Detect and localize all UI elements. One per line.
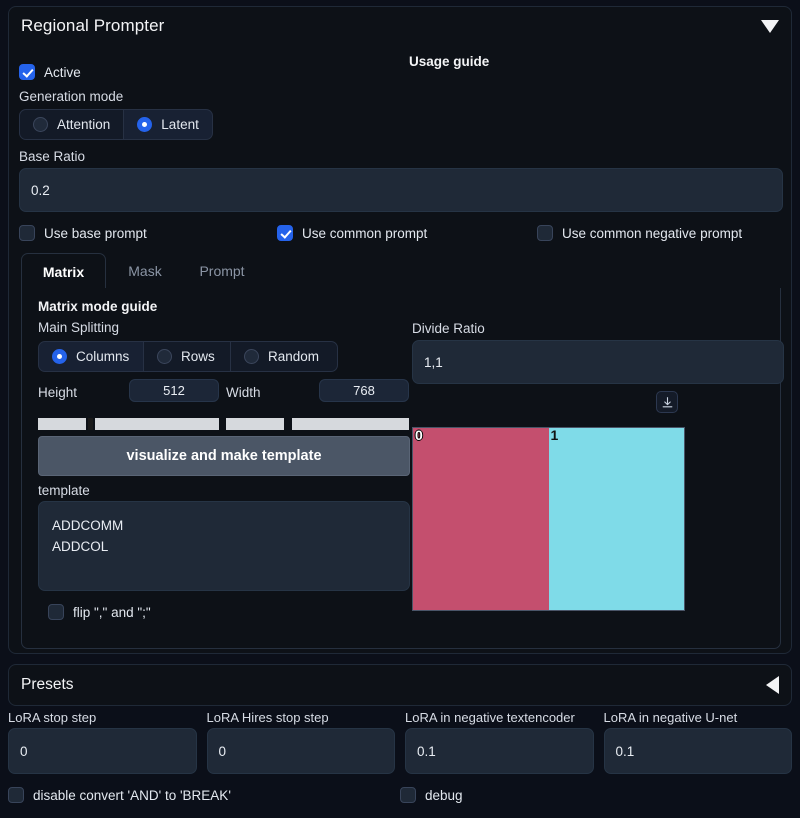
bottom-checkbox-row: disable convert 'AND' to 'BREAK' debug [8, 787, 792, 803]
checkbox-box[interactable] [48, 604, 64, 620]
tab-bar[interactable]: Matrix Mask Prompt [21, 253, 781, 289]
checkbox-box[interactable] [537, 225, 553, 241]
radio-random-label: Random [268, 349, 320, 364]
radio-dot[interactable] [52, 349, 67, 364]
region-visualization[interactable]: 0 1 [412, 427, 685, 611]
lora-stop-step-label: LoRA stop step [8, 710, 97, 725]
active-checkbox[interactable]: Active [19, 64, 81, 80]
use-base-prompt-label: Use base prompt [44, 225, 147, 241]
radio-dot[interactable] [157, 349, 172, 364]
divide-ratio-label: Divide Ratio [412, 321, 485, 336]
lora-negative-unet-label: LoRA in negative U-net [603, 710, 738, 725]
use-base-prompt-checkbox[interactable]: Use base prompt [19, 225, 147, 241]
radio-rows-label: Rows [181, 349, 215, 364]
usage-guide-label: Usage guide [409, 54, 490, 69]
lora-stop-step-field: LoRA stop step 0 [8, 710, 197, 774]
divide-ratio-input[interactable]: 1,1 [412, 340, 784, 384]
checkbox-box[interactable] [277, 225, 293, 241]
radio-dot[interactable] [33, 117, 48, 132]
use-common-negative-prompt-label: Use common negative prompt [562, 225, 743, 241]
checkbox-box[interactable] [8, 787, 24, 803]
disable-convert-checkbox[interactable]: disable convert 'AND' to 'BREAK' [8, 787, 400, 803]
template-textarea[interactable]: ADDCOMM ADDCOL [38, 501, 410, 591]
generation-mode-radio-group[interactable]: Attention Latent [19, 109, 213, 140]
viz-region-1: 1 [548, 427, 684, 610]
height-input[interactable]: 512 [129, 379, 219, 402]
viz-region-1-label: 1 [550, 427, 559, 443]
lora-settings: LoRA stop step 0 LoRA Hires stop step 0 … [8, 710, 792, 803]
radio-random[interactable]: Random [231, 341, 338, 372]
tab-mask[interactable]: Mask [114, 253, 176, 289]
lora-field-row: LoRA stop step 0 LoRA Hires stop step 0 … [8, 710, 792, 774]
base-ratio-label: Base Ratio [19, 149, 86, 164]
base-ratio-input[interactable]: 0.2 [19, 168, 783, 212]
triangle-left-icon[interactable] [766, 676, 779, 694]
main-splitting-label: Main Splitting [38, 320, 120, 335]
height-slider-right[interactable] [95, 418, 219, 430]
lora-hires-stop-step-input[interactable]: 0 [206, 728, 395, 774]
lora-stop-step-input[interactable]: 0 [8, 728, 197, 774]
radio-latent-label: Latent [161, 117, 199, 132]
presets-title: Presets [21, 676, 74, 693]
width-input[interactable]: 768 [319, 379, 409, 402]
height-label: Height [38, 385, 78, 400]
lora-hires-stop-step-field: LoRA Hires stop step 0 [206, 710, 395, 774]
use-common-prompt-label: Use common prompt [302, 225, 428, 241]
lora-negative-unet-field: LoRA in negative U-net 0.1 [603, 710, 792, 774]
radio-dot[interactable] [244, 349, 259, 364]
matrix-tab-panel: Matrix mode guide Main Splitting Columns… [21, 288, 784, 649]
triangle-down-icon[interactable] [761, 19, 779, 33]
lora-hires-stop-step-label: LoRA Hires stop step [206, 710, 329, 725]
lora-negative-textencoder-field: LoRA in negative textencoder 0.1 [405, 710, 594, 774]
debug-label: debug [425, 787, 463, 803]
viz-region-0: 0 [413, 428, 549, 610]
width-label: Width [226, 385, 261, 400]
height-slider-left[interactable] [38, 418, 86, 430]
download-button[interactable] [656, 391, 678, 413]
checkbox-box[interactable] [400, 787, 416, 803]
panel-header[interactable]: Regional Prompter [9, 7, 791, 45]
active-checkbox-label: Active [44, 64, 81, 80]
page-title: Regional Prompter [21, 16, 165, 35]
radio-rows[interactable]: Rows [144, 341, 231, 372]
main-splitting-radio-group[interactable]: Columns Rows Random [38, 341, 338, 372]
radio-attention-label: Attention [57, 117, 111, 132]
template-label: template [38, 483, 90, 498]
checkbox-box[interactable] [19, 225, 35, 241]
generation-mode-label: Generation mode [19, 89, 124, 104]
tab-matrix[interactable]: Matrix [21, 253, 106, 289]
radio-columns[interactable]: Columns [38, 341, 144, 372]
flip-checkbox-label: flip "," and ";" [73, 604, 151, 620]
radio-dot[interactable] [137, 117, 153, 132]
lora-negative-textencoder-input[interactable]: 0.1 [405, 728, 594, 774]
tab-prompt[interactable]: Prompt [184, 253, 260, 289]
use-common-prompt-checkbox[interactable]: Use common prompt [277, 225, 427, 241]
use-common-negative-prompt-checkbox[interactable]: Use common negative prompt [537, 225, 742, 241]
height-slider-handle[interactable] [88, 418, 93, 430]
download-icon [662, 396, 672, 407]
viz-region-0-label: 0 [415, 427, 423, 443]
disable-convert-label: disable convert 'AND' to 'BREAK' [33, 787, 231, 803]
debug-checkbox[interactable]: debug [400, 787, 463, 803]
visualize-and-make-template-button[interactable]: visualize and make template [38, 436, 410, 476]
lora-negative-textencoder-label: LoRA in negative textencoder [405, 710, 575, 725]
regional-prompter-panel: Regional Prompter Usage guide Active Gen… [8, 6, 792, 654]
width-slider-left[interactable] [226, 418, 284, 430]
flip-checkbox[interactable]: flip "," and ";" [48, 604, 151, 620]
radio-latent[interactable]: Latent [124, 109, 213, 140]
width-slider-right[interactable] [292, 418, 409, 430]
radio-attention[interactable]: Attention [19, 109, 125, 140]
lora-negative-unet-input[interactable]: 0.1 [603, 728, 792, 774]
checkbox-box[interactable] [19, 64, 35, 80]
matrix-mode-guide-label: Matrix mode guide [38, 299, 158, 314]
presets-accordion[interactable]: Presets [8, 664, 792, 706]
radio-columns-label: Columns [76, 349, 130, 364]
